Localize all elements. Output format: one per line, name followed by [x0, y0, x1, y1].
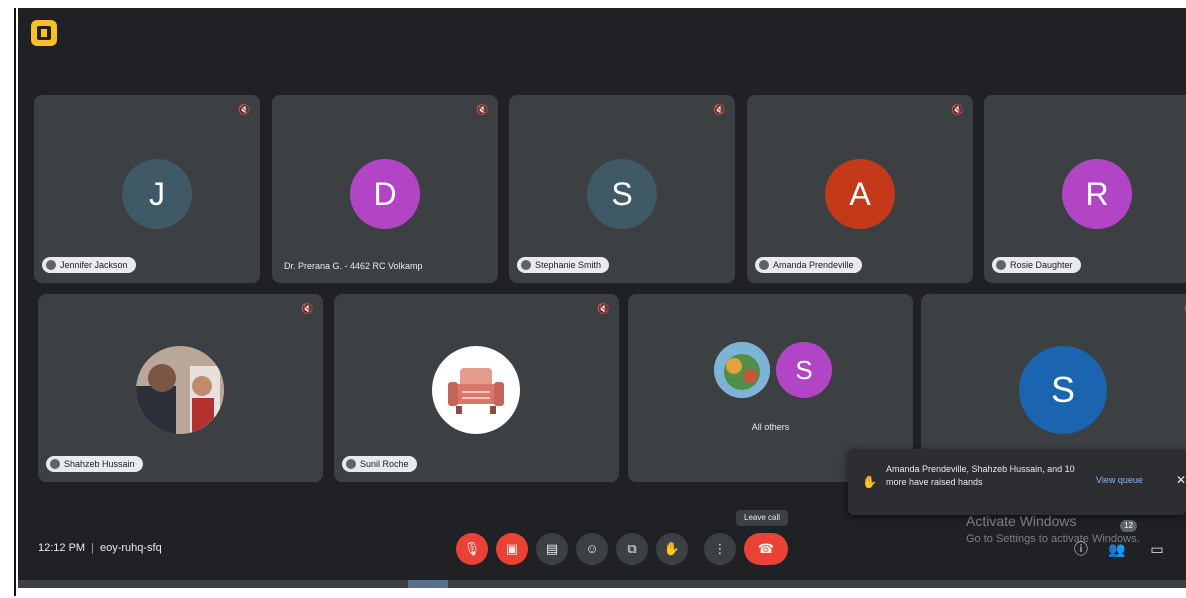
people-button[interactable]: 👥 — [1104, 536, 1130, 562]
toast-message: Amanda Prendeville, Shahzeb Hussain, and… — [886, 464, 1075, 487]
participant-name-chip: Amanda Prendeville — [755, 257, 862, 273]
avatar: R — [1062, 159, 1132, 229]
avatar: S — [1019, 346, 1107, 434]
participant-tile[interactable]: 🔇 D Dr. Prerana G. - 4462 RC Volkamp — [272, 95, 498, 283]
participant-name-chip: Jennifer Jackson — [42, 257, 136, 273]
separator: | — [91, 542, 94, 554]
chat-button[interactable]: ▭ — [1144, 536, 1170, 562]
pin-icon — [759, 260, 769, 270]
meet-logo-icon — [31, 20, 57, 46]
mic-muted-icon: 🔇 — [238, 105, 251, 116]
present-button[interactable]: ⧉ — [616, 533, 648, 565]
avatar: S — [587, 159, 657, 229]
participant-tile[interactable]: R Rosie Daughter — [984, 95, 1186, 283]
leave-call-button[interactable]: ☎ — [744, 533, 788, 565]
camera-off-icon: ▣ — [505, 541, 519, 556]
pin-icon — [46, 260, 56, 270]
leave-call-icon: ☎ — [757, 541, 775, 556]
participant-tile[interactable]: 🔇 Shahzeb Hussain — [38, 294, 323, 482]
raise-hand-icon: ✋ — [663, 541, 681, 556]
mic-muted-icon: 🔇 — [301, 304, 314, 315]
participant-tile[interactable]: 🔇 J Jennifer Jackson — [34, 95, 260, 283]
clock-time: 12:12 PM — [38, 542, 86, 554]
participant-name-chip: Stephanie Smith — [517, 257, 610, 273]
captions-button[interactable]: ▤ — [536, 533, 568, 565]
mic-muted-icon: 🔇 — [597, 304, 610, 315]
participant-name: Shahzeb Hussain — [64, 459, 135, 469]
participant-name: Rosie Daughter — [1010, 260, 1073, 270]
leave-call-tooltip: Leave call — [736, 510, 789, 526]
avatar: D — [350, 159, 420, 229]
mic-muted-icon: 🔇 — [476, 105, 489, 116]
pin-icon — [50, 459, 60, 469]
people-icon: 👥 — [1108, 541, 1126, 557]
meeting-details-button[interactable]: ⓘ — [1068, 536, 1094, 562]
window-border — [14, 8, 16, 596]
meet-window: 🔇 J Jennifer Jackson 🔇 D Dr. Prerana G. … — [18, 8, 1186, 588]
participant-name: Jennifer Jackson — [60, 260, 128, 270]
avatar: A — [825, 159, 895, 229]
group-avatars — [714, 342, 770, 398]
close-icon[interactable]: ✕ — [1176, 473, 1186, 487]
raise-hand-icon: ✋ — [862, 475, 877, 489]
mic-off-icon: 🎙 — [463, 541, 481, 556]
avatar: J — [122, 159, 192, 229]
mic-button[interactable]: 🎙 — [456, 533, 488, 565]
participant-name: Stephanie Smith — [535, 260, 602, 270]
participant-tile[interactable]: 🔇 A Amanda Prendeville — [747, 95, 973, 283]
raise-hand-button[interactable]: ✋ — [656, 533, 688, 565]
sofa-icon — [432, 346, 520, 434]
pin-icon — [346, 459, 356, 469]
info-icon: ⓘ — [1074, 541, 1088, 557]
participant-name-chip: Sunil Roche — [342, 456, 417, 472]
participant-name-chip: Shahzeb Hussain — [46, 456, 143, 472]
participant-name: Dr. Prerana G. - 4462 RC Volkamp — [284, 261, 423, 271]
emoji-button[interactable]: ☺ — [576, 533, 608, 565]
participant-name: Amanda Prendeville — [773, 260, 854, 270]
participant-name-chip: Rosie Daughter — [992, 257, 1081, 273]
meeting-code: eoy-ruhq-sfq — [99, 542, 162, 554]
participant-count-badge: 12 — [1120, 520, 1137, 532]
meeting-info: 12:12 PM | eoy-ruhq-sfq — [38, 542, 162, 554]
raised-hands-toast: ✋ Amanda Prendeville, Shahzeb Hussain, a… — [848, 449, 1186, 515]
pin-icon — [996, 260, 1006, 270]
more-options-button[interactable]: ⋮ — [704, 533, 736, 565]
camera-button[interactable]: ▣ — [496, 533, 528, 565]
mic-muted-icon: 🔇 — [713, 105, 726, 116]
watermark-line1: Activate Windows — [966, 513, 1077, 529]
captions-icon: ▤ — [545, 541, 559, 556]
taskbar-edge — [18, 580, 1186, 588]
others-label: All others — [751, 422, 790, 432]
mic-muted-icon: 🔇 — [951, 105, 964, 116]
participant-name: Sunil Roche — [360, 459, 409, 469]
avatar: S — [776, 342, 832, 398]
chat-icon: ▭ — [1150, 541, 1164, 557]
photo-icon — [136, 346, 224, 434]
more-options-icon: ⋮ — [713, 541, 727, 556]
participant-tile[interactable]: 🔇 S Stephanie Smith — [509, 95, 735, 283]
participant-tile[interactable]: 🔇 Sunil Roche — [334, 294, 619, 482]
emoji-icon: ☺ — [585, 541, 599, 556]
pin-icon — [521, 260, 531, 270]
view-queue-button[interactable]: View queue — [1096, 475, 1143, 485]
present-icon: ⧉ — [627, 541, 637, 556]
